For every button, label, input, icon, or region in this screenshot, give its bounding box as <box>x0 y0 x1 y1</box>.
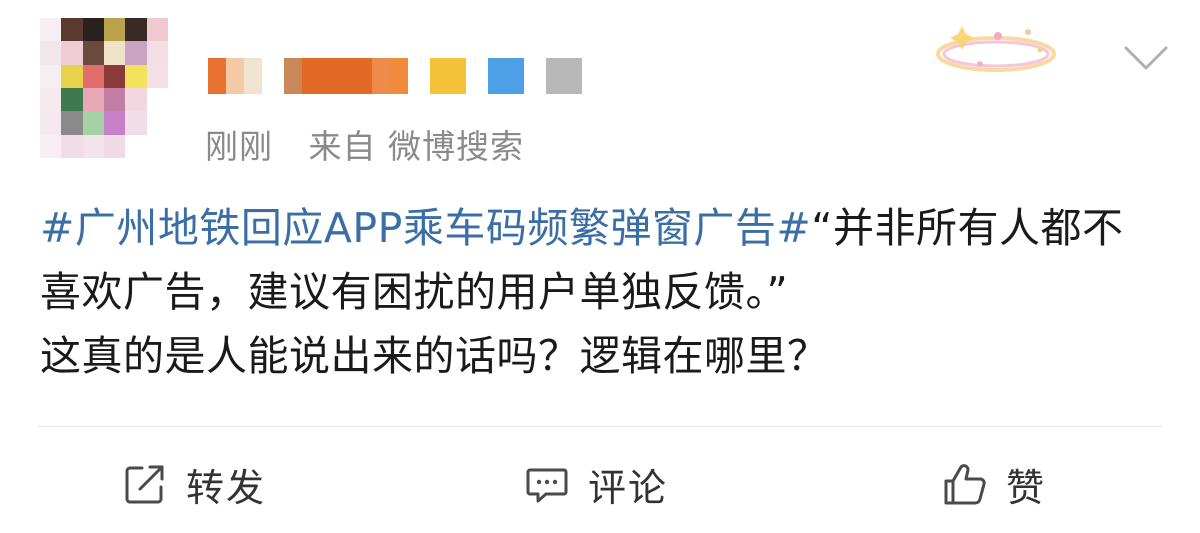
avatar[interactable] <box>40 18 168 158</box>
post-content: #广州地铁回应APP乘车码频繁弹窗广告#“并非所有人都不喜欢广告，建议有困扰的用… <box>40 196 1160 388</box>
username-mosaic[interactable] <box>208 58 582 94</box>
thumbs-up-icon <box>944 464 986 505</box>
repost-icon <box>125 465 164 504</box>
topic-link[interactable]: #广州地铁回应APP乘车码频繁弹窗广告# <box>40 204 811 252</box>
post-time: 刚刚 <box>205 127 273 166</box>
weibo-post: 刚刚 来自 微博搜索 #广州地铁回应APP乘车码频繁弹窗广告#“并非所有人都不喜… <box>0 0 1200 533</box>
post-source[interactable]: 来自 微博搜索 <box>309 127 525 166</box>
repost-label: 转发 <box>186 465 267 510</box>
comment-icon <box>526 468 568 503</box>
chevron-down-icon[interactable] <box>1122 40 1170 76</box>
comment-button[interactable]: 评论 <box>522 456 668 512</box>
comment-label: 评论 <box>588 465 669 510</box>
post-comment: 这真的是人能说出来的话吗？逻辑在哪里？ <box>40 332 829 380</box>
action-bar: 转发 评论 赞 <box>0 440 1200 530</box>
decoration-badge-icon <box>936 26 1056 72</box>
repost-button[interactable]: 转发 <box>120 456 266 512</box>
post-meta: 刚刚 来自 微博搜索 <box>205 120 524 168</box>
divider <box>38 426 1162 427</box>
like-button[interactable]: 赞 <box>940 456 1046 512</box>
like-label: 赞 <box>1006 465 1047 510</box>
